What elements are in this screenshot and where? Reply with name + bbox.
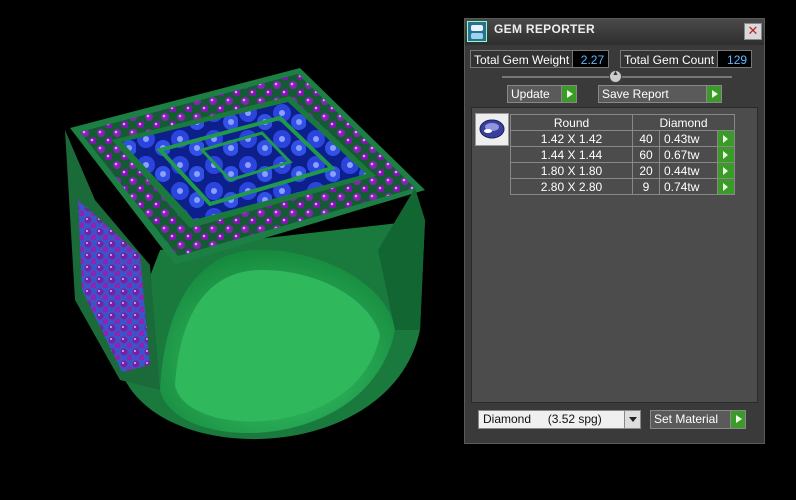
total-gem-weight-label: Total Gem Weight — [470, 50, 574, 68]
table-row[interactable]: 1.80 X 1.80 20 0.44tw — [510, 162, 735, 179]
gem-size: 2.80 X 2.80 — [510, 178, 633, 195]
set-material-button-label: Set Material — [654, 412, 719, 426]
panel-splitter-handle[interactable] — [609, 70, 622, 83]
gem-weight: 0.43tw — [659, 130, 718, 147]
gem-count: 60 — [632, 146, 660, 163]
title-bar[interactable]: GEM REPORTER ✕ — [465, 19, 764, 45]
3d-viewport[interactable] — [0, 0, 460, 495]
chevron-down-icon[interactable] — [624, 411, 640, 428]
update-button-label: Update — [511, 87, 550, 101]
select-row-arrow-icon[interactable] — [717, 178, 735, 195]
gem-table: Round Diamond 1.42 X 1.42 40 0.43tw 1.44… — [510, 114, 735, 195]
window-title: GEM REPORTER — [494, 22, 595, 36]
gem-size: 1.42 X 1.42 — [510, 130, 633, 147]
set-material-button[interactable]: Set Material — [650, 410, 746, 429]
gem-count: 9 — [632, 178, 660, 195]
gem-weight: 0.44tw — [659, 162, 718, 179]
table-row[interactable]: 2.80 X 2.80 9 0.74tw — [510, 178, 735, 195]
gem-count: 40 — [632, 130, 660, 147]
gem-report-list: Round Diamond 1.42 X 1.42 40 0.43tw 1.44… — [471, 107, 758, 403]
play-arrow-icon — [730, 411, 745, 428]
select-row-arrow-icon[interactable] — [717, 130, 735, 147]
total-gem-weight-value: 2.27 — [573, 50, 610, 68]
gem-reporter-app-icon — [467, 21, 487, 42]
gem-weight: 0.67tw — [659, 146, 718, 163]
total-gem-count: Total Gem Count 129 — [620, 50, 753, 68]
save-report-button[interactable]: Save Report — [598, 85, 722, 103]
shape-column-header: Round — [510, 114, 633, 131]
gem-count: 20 — [632, 162, 660, 179]
total-gem-weight: Total Gem Weight 2.27 — [470, 50, 610, 68]
table-row[interactable]: 1.42 X 1.42 40 0.43tw — [510, 130, 735, 147]
ring-model — [65, 68, 425, 440]
play-arrow-icon — [706, 86, 721, 102]
material-column-header: Diamond — [632, 114, 735, 131]
update-button[interactable]: Update — [507, 85, 577, 103]
total-gem-count-label: Total Gem Count — [620, 50, 719, 68]
gem-reporter-window: GEM REPORTER ✕ Total Gem Weight 2.27 Tot… — [464, 18, 765, 444]
save-report-button-label: Save Report — [602, 87, 669, 101]
gem-size: 1.80 X 1.80 — [510, 162, 633, 179]
gem-size: 1.44 X 1.44 — [510, 146, 633, 163]
gem-table-header: Round Diamond — [510, 114, 735, 131]
material-select[interactable]: Diamond (3.52 spg) — [478, 410, 641, 429]
material-select-value: Diamond (3.52 spg) — [483, 412, 602, 426]
total-gem-count-value: 129 — [718, 50, 753, 68]
play-arrow-icon — [561, 86, 576, 102]
table-row[interactable]: 1.44 X 1.44 60 0.67tw — [510, 146, 735, 163]
round-gem-thumbnail-icon — [475, 113, 509, 146]
close-button[interactable]: ✕ — [744, 23, 762, 40]
gem-weight: 0.74tw — [659, 178, 718, 195]
select-row-arrow-icon[interactable] — [717, 146, 735, 163]
select-row-arrow-icon[interactable] — [717, 162, 735, 179]
